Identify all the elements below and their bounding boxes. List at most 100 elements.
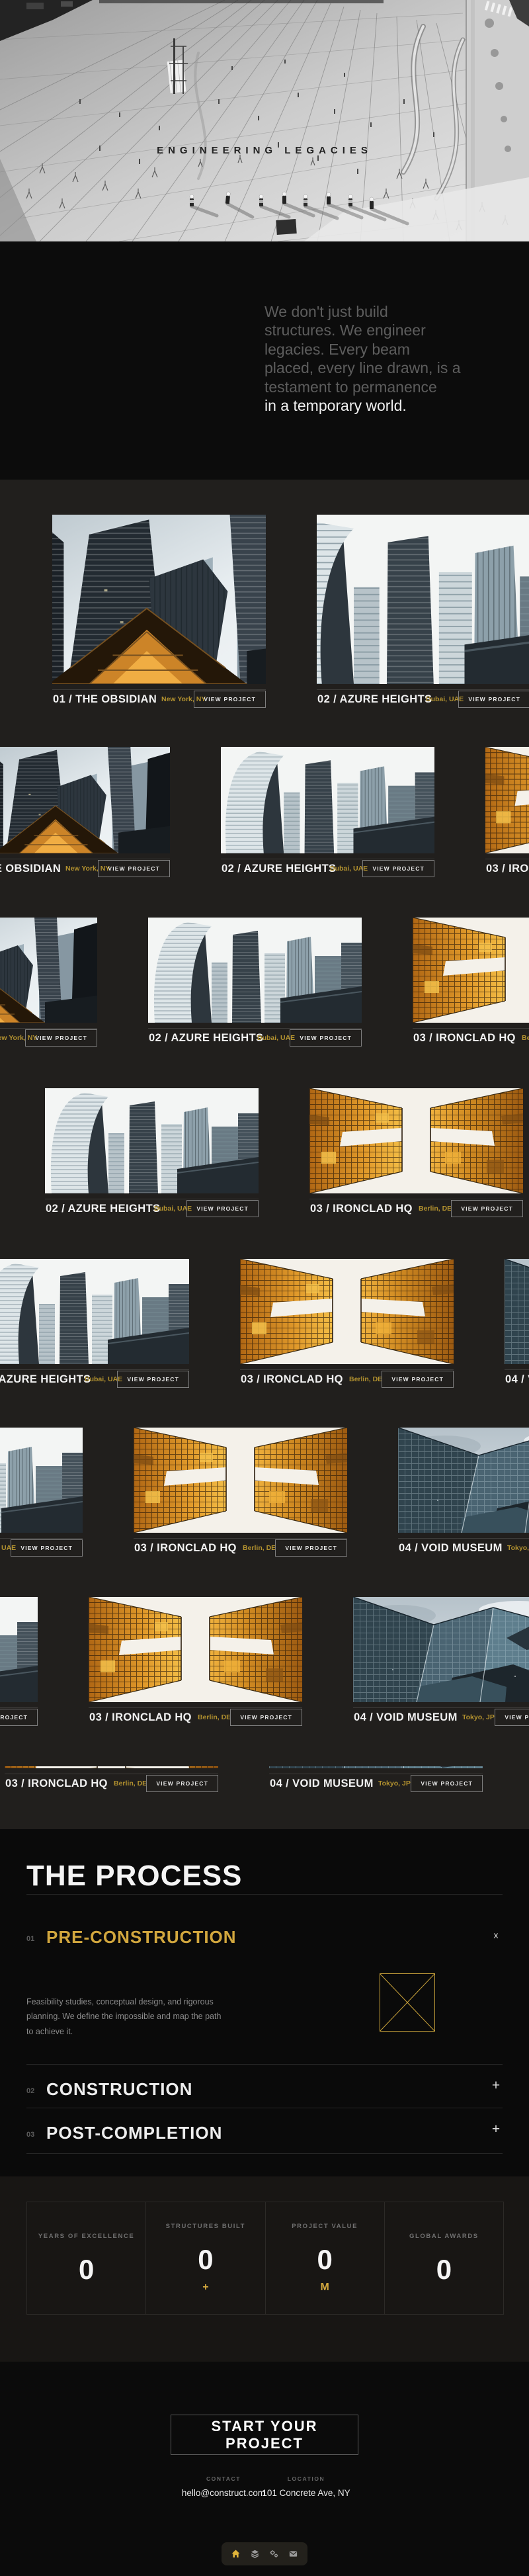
project-row: 01 / THE OBSIDIAN New York, NY VIEW PROJ…	[0, 1088, 529, 1226]
project-card: 02 / AZURE HEIGHTS Dubai, UAE VIEW PROJE…	[0, 1428, 83, 1563]
project-card: 03 / IRONCLAD HQ Berlin, DE VIEW PROJECT	[134, 1428, 347, 1563]
quote-line: structures. We engineer	[264, 322, 426, 339]
project-image	[148, 918, 362, 1023]
quote-line: legacies. Every beam	[264, 340, 410, 358]
stat-awards: GLOBAL AWARDS 0	[384, 2202, 503, 2314]
gears-icon[interactable]	[269, 2549, 280, 2559]
view-project-button[interactable]: VIEW PROJECT	[362, 860, 434, 877]
project-row: 01 / THE OBSIDIAN New York, NY VIEW PROJ…	[0, 918, 529, 1056]
stats-section: YEARS OF EXCELLENCE 0 STRUCTURES BUILT 0…	[0, 2176, 529, 2362]
accordion-item-pre-construction[interactable]: PRE-CONSTRUCTION	[46, 1927, 237, 1948]
quote-highlight-line: in a temporary world.	[264, 397, 407, 415]
project-image	[0, 1597, 38, 1702]
quote-section: We don't just build structures. We engin…	[0, 241, 529, 480]
view-project-button[interactable]: VIEW PROJECT	[230, 1709, 302, 1726]
view-project-button[interactable]: VIEW PROJECT	[0, 1709, 38, 1726]
accordion-item-construction[interactable]: CONSTRUCTION	[46, 2079, 192, 2100]
accordion-number: 02	[26, 2087, 35, 2095]
project-title: 02 / AZURE HEIGHTS	[149, 1032, 264, 1044]
project-card: 03 / IRONCLAD HQ Berlin, DE VIEW PROJECT	[240, 1259, 454, 1394]
project-image	[89, 1597, 302, 1702]
project-caption: 03 / IRONCLAD HQ Berlin, DE VIEW PROJECT	[89, 1707, 302, 1732]
project-card: 01 / THE OBSIDIAN New York, NY VIEW PROJ…	[0, 918, 97, 1052]
quote-text: We don't just build structures. We engin…	[264, 302, 493, 415]
accordion-number: 01	[26, 1935, 35, 1943]
project-caption: 02 / AZURE HEIGHTS Dubai, UAE VIEW PROJE…	[221, 859, 434, 883]
mail-icon[interactable]	[288, 2549, 299, 2559]
project-location: Berlin, DE	[243, 1544, 276, 1552]
expand-icon[interactable]: +	[489, 2078, 503, 2094]
quote-line: testament to permanence	[264, 378, 437, 396]
stat-value: 0	[436, 2254, 452, 2285]
view-project-button[interactable]: VIEW PROJECT	[146, 1775, 218, 1792]
project-card: 02 / AZURE HEIGHTS Dubai, UAE VIEW PROJE…	[317, 515, 529, 714]
layers-icon[interactable]	[250, 2549, 261, 2559]
project-caption: 01 / THE OBSIDIAN New York, NY VIEW PROJ…	[52, 689, 266, 714]
project-image	[505, 1259, 529, 1364]
collapse-icon[interactable]: x	[489, 1930, 503, 1940]
project-title: 03 / IRONCLAD HQ	[310, 1203, 413, 1215]
stat-value: 0	[317, 2244, 333, 2275]
hero-section: ENGINEERING LEGACIES	[0, 0, 529, 241]
view-project-button[interactable]: VIEW PROJECT	[186, 1200, 259, 1217]
view-project-button[interactable]: VIEW PROJECT	[25, 1029, 97, 1047]
project-card: 04 / VOID MUSEUM Tokyo, JP VIEW PROJECT	[353, 1597, 529, 1732]
footer-location: LOCATION 101 Concrete Ave, NY	[250, 2475, 362, 2498]
stat-label: GLOBAL AWARDS	[409, 2233, 479, 2240]
view-project-button[interactable]: VIEW PROJECT	[117, 1371, 189, 1388]
view-project-button[interactable]: VIEW PROJECT	[98, 860, 170, 877]
project-caption: 04 / VOID MUSEUM Tokyo, JP VIEW PROJECT	[353, 1707, 529, 1732]
page: ENGINEERING LEGACIES We don't just build…	[0, 0, 529, 2576]
project-title: 04 / VOID MUSEUM	[399, 1542, 503, 1554]
project-card: 03 / IRONCLAD HQ Berlin, DE VIEW PROJECT	[413, 918, 529, 1052]
divider	[26, 2153, 503, 2154]
stat-label: STRUCTURES BUILT	[165, 2223, 246, 2230]
stats-box: YEARS OF EXCELLENCE 0 STRUCTURES BUILT 0…	[26, 2202, 504, 2315]
project-card: 03 / IRONCLAD HQ Berlin, DE VIEW PROJECT	[5, 1766, 218, 1798]
expand-icon[interactable]: +	[489, 2122, 503, 2137]
project-location: Tokyo, JP	[378, 1780, 411, 1787]
project-caption: 03 / IRONCLAD HQ Berlin, DE VIEW PROJECT	[485, 859, 529, 883]
view-project-button[interactable]: VIEW PROJECT	[275, 1539, 347, 1557]
project-card: 04 / VOID MUSEUM Tokyo, JP VIEW PROJECT	[398, 1428, 529, 1563]
stat-value: 0	[78, 2254, 95, 2285]
project-image	[269, 1766, 483, 1768]
view-project-button[interactable]: VIEW PROJECT	[382, 1371, 454, 1388]
divider	[26, 1894, 503, 1895]
view-project-button[interactable]: VIEW PROJECT	[194, 691, 266, 708]
project-image	[353, 1597, 529, 1702]
project-title: 03 / IRONCLAD HQ	[241, 1373, 343, 1385]
project-image	[134, 1428, 347, 1533]
view-project-button[interactable]: VIEW PROJECT	[451, 1200, 523, 1217]
project-image	[413, 918, 529, 1023]
project-row: 02 / AZURE HEIGHTS Dubai, UAE VIEW PROJE…	[0, 1259, 529, 1397]
project-location: Berlin, DE	[522, 1034, 529, 1042]
project-location: Berlin, DE	[114, 1780, 147, 1787]
project-caption: 03 / IRONCLAD HQ Berlin, DE VIEW PROJECT	[240, 1369, 454, 1394]
view-project-button[interactable]: VIEW PROJECT	[495, 1709, 529, 1726]
view-project-button[interactable]: VIEW PROJECT	[11, 1539, 83, 1557]
accordion-item-post-completion[interactable]: POST-COMPLETION	[46, 2123, 222, 2143]
stat-structures: STRUCTURES BUILT 0 +	[145, 2202, 264, 2314]
project-row: 02 / AZURE HEIGHTS Dubai, UAE VIEW PROJE…	[0, 1428, 529, 1566]
project-image	[317, 515, 529, 684]
project-caption: 04 / VOID MUSEUM Tokyo, JP VIEW PROJECT	[398, 1538, 529, 1563]
project-image	[240, 1259, 454, 1364]
project-caption: 03 / IRONCLAD HQ Berlin, DE VIEW PROJECT	[134, 1538, 347, 1563]
project-caption: 03 / IRONCLAD HQ Berlin, DE VIEW PROJECT	[309, 1199, 523, 1223]
project-title: 04 / VOID MUSEUM	[505, 1373, 529, 1385]
project-card: 01 / THE OBSIDIAN New York, NY VIEW PROJ…	[52, 515, 266, 714]
home-icon[interactable]	[231, 2549, 241, 2559]
view-project-button[interactable]: VIEW PROJECT	[411, 1775, 483, 1792]
project-location: Tokyo, JP	[507, 1544, 529, 1552]
location-label: LOCATION	[287, 2475, 325, 2482]
project-title: 03 / IRONCLAD HQ	[486, 863, 529, 875]
project-caption: 02 / AZURE HEIGHTS Dubai, UAE VIEW PROJE…	[0, 1369, 189, 1394]
view-project-button[interactable]: VIEW PROJECT	[290, 1029, 362, 1047]
project-caption: 03 / IRONCLAD HQ Berlin, DE VIEW PROJECT	[5, 1774, 218, 1798]
start-project-button[interactable]: START YOUR PROJECT	[171, 2415, 358, 2455]
project-title: 02 / AZURE HEIGHTS	[222, 863, 337, 875]
view-project-button[interactable]: VIEW PROJECT	[458, 691, 529, 708]
stat-label: YEARS OF EXCELLENCE	[38, 2233, 135, 2240]
project-image	[0, 1428, 83, 1533]
